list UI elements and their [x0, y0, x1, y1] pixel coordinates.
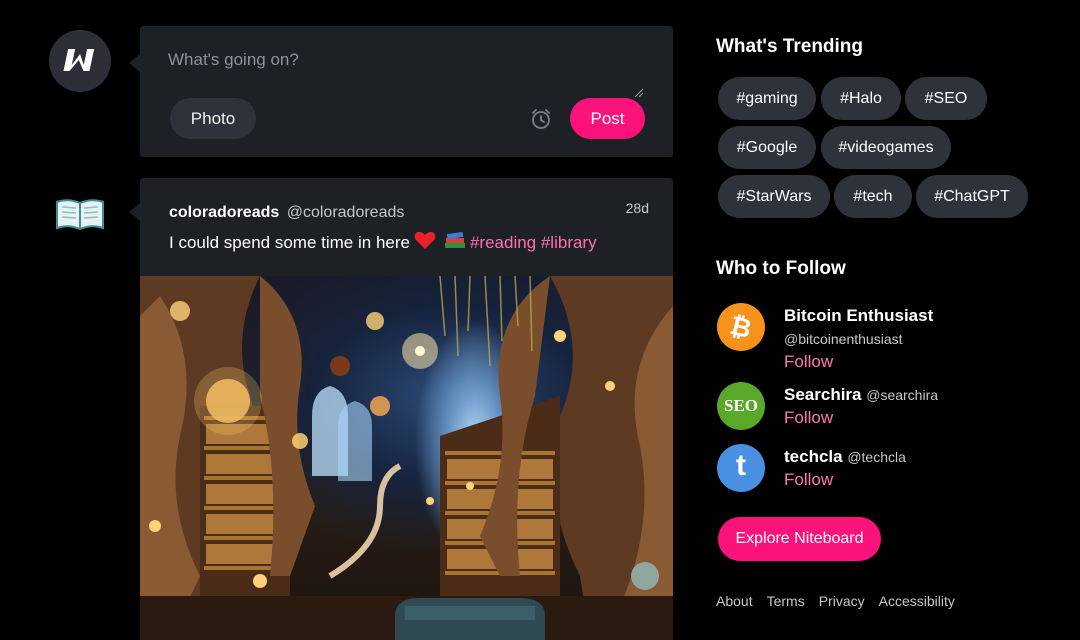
trend-chip[interactable]: #videogames: [821, 126, 951, 169]
who-to-follow-title: Who to Follow: [716, 258, 846, 279]
trend-chip[interactable]: #tech: [834, 175, 912, 218]
library-illustration: [140, 276, 673, 640]
follow-user-handle: @techcla: [847, 449, 906, 465]
trend-chip[interactable]: #Google: [718, 126, 816, 169]
niteboard-logo-icon: [63, 49, 95, 71]
user-avatar[interactable]: [49, 30, 111, 92]
heart-icon: [414, 230, 436, 255]
post-author[interactable]: coloradoreads @coloradoreads: [169, 204, 404, 222]
techcla-avatar[interactable]: t: [717, 444, 765, 492]
post-text: I could spend some time in here #reading…: [169, 230, 597, 255]
follow-user-name[interactable]: Searchira @searchira: [784, 385, 938, 405]
follow-button[interactable]: Follow: [784, 470, 833, 490]
follow-user-handle[interactable]: @bitcoinenthusiast: [784, 331, 903, 347]
follow-user-name-text: techcla: [784, 447, 843, 466]
open-book-icon: [56, 199, 104, 231]
trend-chip[interactable]: #ChatGPT: [916, 175, 1028, 218]
explore-button[interactable]: Explore Niteboard: [718, 517, 881, 561]
page: Photo Post coloradoreads @coloradoreads …: [0, 0, 1080, 640]
follow-user-name[interactable]: techcla @techcla: [784, 447, 906, 467]
resize-grip-icon[interactable]: [634, 88, 644, 98]
footer-link-privacy[interactable]: Privacy: [819, 593, 865, 609]
techcla-logo-icon: t: [736, 449, 746, 482]
searchira-avatar[interactable]: SEO: [717, 382, 765, 430]
post-author-name[interactable]: coloradoreads: [169, 204, 279, 221]
trending-title: What's Trending: [716, 36, 864, 57]
post-hashtags[interactable]: #reading #library: [470, 233, 597, 253]
composer-pointer: [129, 54, 140, 72]
post-button[interactable]: Post: [570, 98, 645, 139]
trend-chip[interactable]: #SEO: [905, 77, 987, 120]
follow-user-handle: @searchira: [866, 387, 939, 403]
follow-user-name[interactable]: Bitcoin Enthusiast: [784, 306, 933, 326]
bitcoin-icon: ₿: [727, 309, 756, 344]
trend-chip[interactable]: #gaming: [718, 77, 816, 120]
follow-user-name-text: Searchira: [784, 385, 862, 404]
books-icon: [444, 230, 466, 255]
follow-button[interactable]: Follow: [784, 352, 833, 372]
alarm-clock-icon[interactable]: [529, 107, 553, 131]
post-author-avatar[interactable]: [52, 190, 108, 238]
post-pointer: [129, 203, 140, 221]
post-author-handle[interactable]: @coloradoreads: [287, 204, 405, 221]
footer-link-accessibility[interactable]: Accessibility: [879, 593, 955, 609]
footer-link-terms[interactable]: Terms: [767, 593, 805, 609]
bitcoin-avatar[interactable]: ₿: [717, 303, 765, 351]
post-card: coloradoreads @coloradoreads 28d I could…: [140, 178, 673, 276]
follow-button[interactable]: Follow: [784, 408, 833, 428]
post-body: I could spend some time in here: [169, 232, 410, 252]
trend-chip[interactable]: #StarWars: [718, 175, 830, 218]
photo-button[interactable]: Photo: [170, 98, 256, 139]
seo-logo-icon: SEO: [723, 396, 759, 415]
trend-chip[interactable]: #Halo: [821, 77, 901, 120]
post-image[interactable]: [140, 276, 673, 640]
post-timestamp[interactable]: 28d: [626, 200, 649, 216]
footer-link-about[interactable]: About: [716, 593, 753, 609]
footer-links: About Terms Privacy Accessibility: [716, 593, 955, 609]
